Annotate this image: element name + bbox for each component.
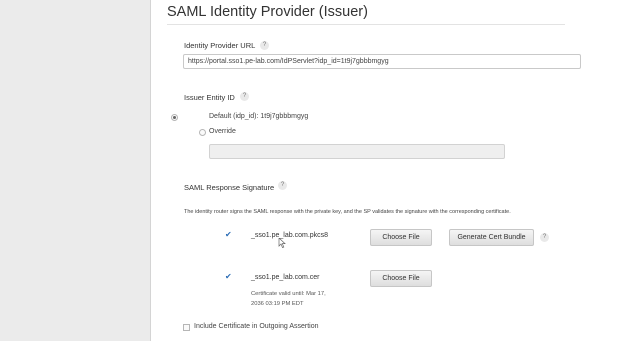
section-divider (167, 24, 565, 25)
radio-default-label[interactable]: Default (idp_id): 1t9j7gbbbmgyg (209, 113, 308, 120)
include-cert-label[interactable]: Include Certificate in Outgoing Assertio… (194, 323, 319, 330)
idp-url-help-icon[interactable]: ? (260, 41, 269, 50)
pkcs8-filename: _sso1.pe_lab.com.pkcs8 (251, 232, 329, 239)
pkcs8-choose-file-button[interactable]: Choose File (370, 229, 432, 246)
radio-override-label[interactable]: Override (209, 128, 236, 135)
saml-signature-description: The identity router signs the SAML respo… (184, 209, 511, 215)
cert-valid-line-1: Certificate valid until: Mar 17, (251, 291, 326, 297)
generate-cert-help-icon[interactable]: ? (540, 233, 549, 242)
issuer-entity-label: Issuer Entity ID (184, 93, 235, 102)
include-cert-checkbox[interactable] (183, 324, 190, 331)
issuer-entity-help-icon[interactable]: ? (240, 92, 249, 101)
main-content: SAML Identity Provider (Issuer) Identity… (151, 0, 624, 341)
radio-override[interactable] (199, 129, 206, 136)
saml-signature-label: SAML Response Signature (184, 183, 275, 192)
cer-check-icon: ✔ (225, 272, 232, 281)
override-entity-field[interactable] (209, 144, 505, 159)
cer-choose-file-button[interactable]: Choose File (370, 270, 432, 287)
saml-signature-help-icon[interactable]: ? (278, 181, 287, 190)
cer-filename: _sso1.pe_lab.com.cer (251, 274, 320, 281)
idp-url-label: Identity Provider URL (184, 41, 256, 50)
mouse-cursor-icon (278, 238, 286, 248)
idp-url-field[interactable]: https://portal.sso1.pe-lab.com/IdPServle… (183, 54, 581, 69)
cert-valid-line-2: 2036 03:19 PM EDT (251, 301, 304, 307)
left-panel (0, 0, 151, 341)
radio-default[interactable] (171, 114, 178, 121)
section-title: SAML Identity Provider (Issuer) (167, 4, 368, 20)
generate-cert-bundle-button[interactable]: Generate Cert Bundle (449, 229, 534, 246)
pkcs8-check-icon: ✔ (225, 230, 232, 239)
cert-valid-until: Certificate valid until: Mar 17, 2036 03… (251, 289, 326, 309)
